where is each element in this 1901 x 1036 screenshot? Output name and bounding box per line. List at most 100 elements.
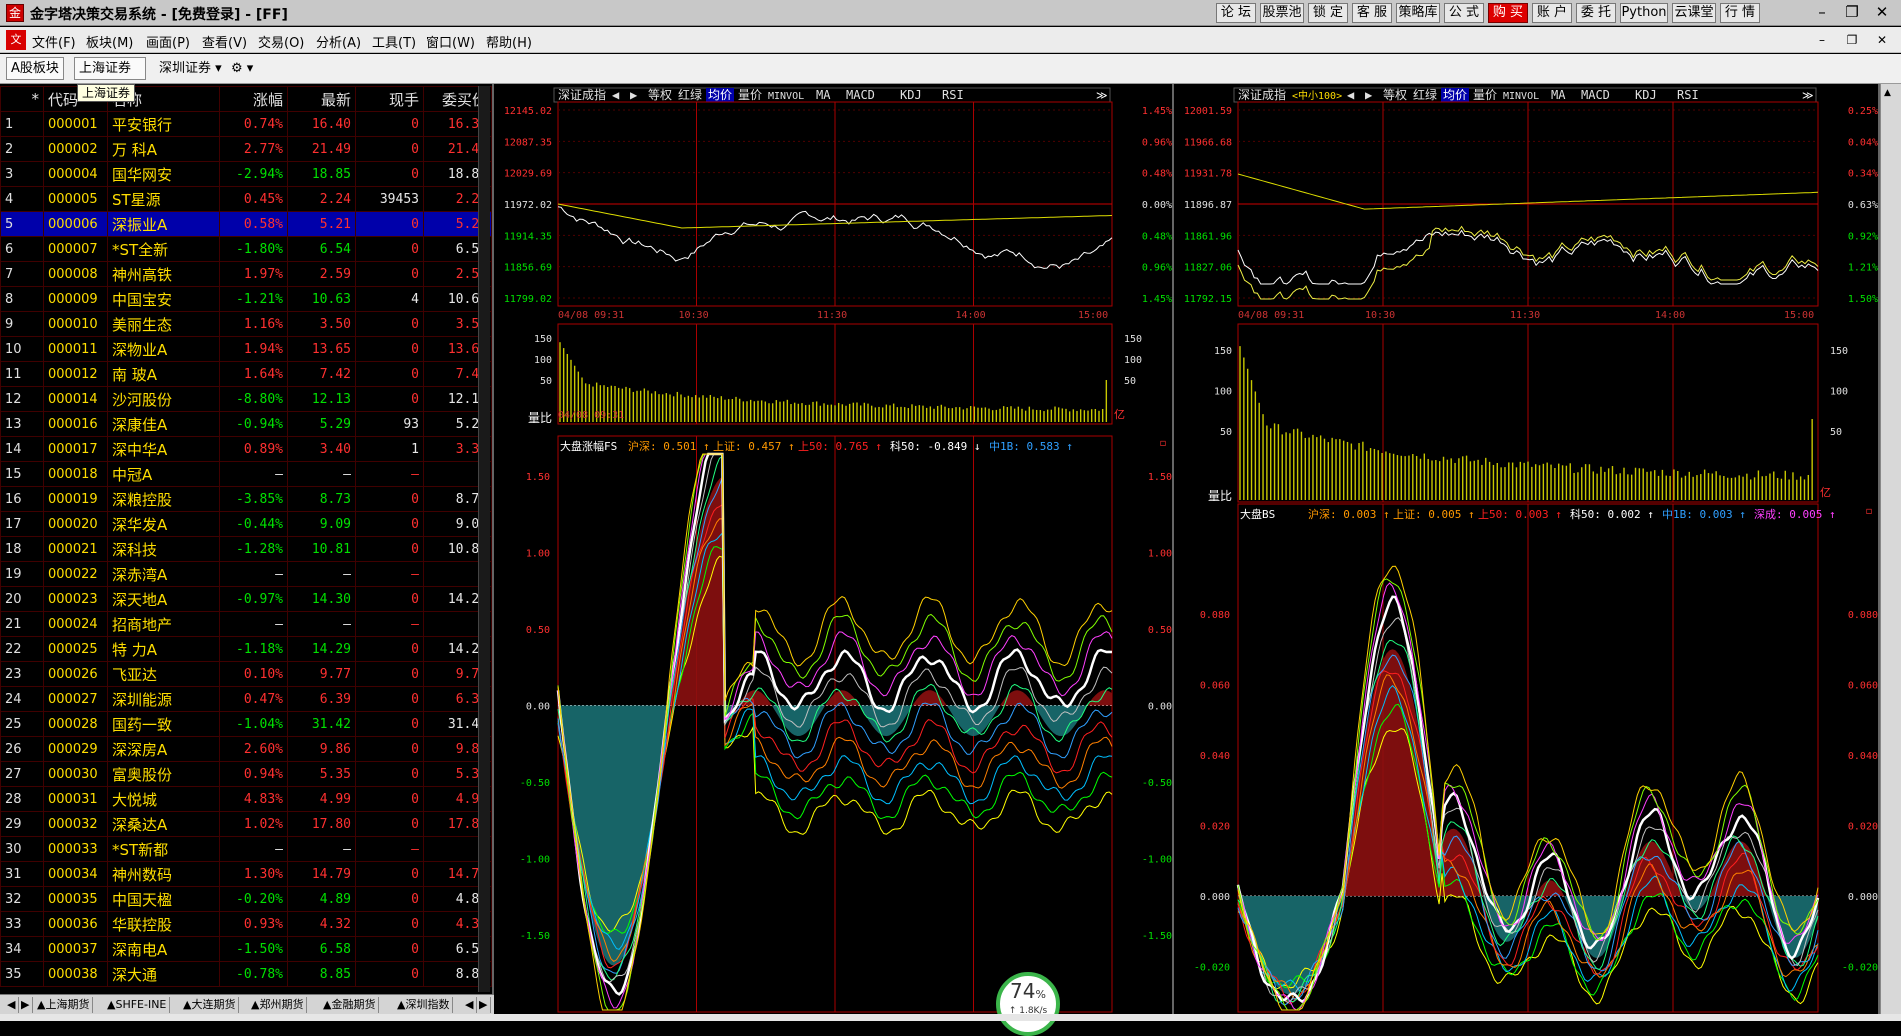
top-button-5[interactable]: 公 式 <box>1444 3 1484 23</box>
quote-row[interactable]: 5 000006 深振业A 0.58% 5.21 0 5.21 <box>0 211 492 237</box>
quote-row[interactable]: 27 000030 富奥股份 0.94% 5.35 0 5.34 <box>0 761 492 787</box>
chart-tab-3[interactable]: ▶ <box>1365 88 1373 102</box>
quote-row[interactable]: 16 000019 深粮控股 -3.85% 8.73 0 8.73 <box>0 486 492 512</box>
quote-row[interactable]: 28 000031 大悦城 4.83% 4.99 0 4.98 <box>0 786 492 812</box>
shenzhen-market-dropdown[interactable]: 深圳证券 ▾ <box>154 57 227 80</box>
chart-tab-2[interactable]: ◀ <box>1347 88 1355 102</box>
quote-row[interactable]: 10 000011 深物业A 1.94% 13.65 0 13.64 <box>0 336 492 362</box>
chart-tab-7[interactable]: MINVOL <box>768 91 804 102</box>
top-button-0[interactable]: 论 坛 <box>1216 3 1256 23</box>
quote-row[interactable]: 32 000035 中国天楹 -0.20% 4.89 0 4.89 <box>0 886 492 912</box>
chart-tab-4[interactable]: 等权 <box>1383 88 1407 102</box>
top-button-9[interactable]: Python <box>1620 3 1668 23</box>
market-tab-4[interactable]: ▲大连期货 <box>180 997 240 1013</box>
settings-gear-icon[interactable]: ⚙ ▾ <box>226 57 258 80</box>
chart-expand-icon[interactable]: ≫ <box>1096 89 1108 102</box>
quote-scrollbar[interactable] <box>478 86 490 992</box>
header-star[interactable]: * <box>0 86 44 112</box>
quote-row[interactable]: 3 000004 国华网安 -2.94% 18.85 0 18.85 <box>0 161 492 187</box>
quote-row[interactable]: 9 000010 美丽生态 1.16% 3.50 0 3.50 <box>0 311 492 337</box>
top-button-10[interactable]: 云课堂 <box>1672 3 1716 23</box>
minimize-icon[interactable]: – <box>1810 2 1834 22</box>
chart-tab-1[interactable]: ◀ <box>612 88 620 102</box>
market-tab-9[interactable]: ▶ <box>476 997 492 1013</box>
quote-row[interactable]: 23 000026 飞亚达 0.10% 9.77 0 9.77 <box>0 661 492 687</box>
market-tab-6[interactable]: ▲金融期货 <box>320 997 380 1013</box>
quote-row[interactable]: 4 000005 ST星源 0.45% 2.24 39453 2.23 <box>0 186 492 212</box>
quote-row[interactable]: 6 000007 *ST全新 -1.80% 6.54 0 6.54 <box>0 236 492 262</box>
document-icon[interactable]: 文 <box>6 30 26 50</box>
top-button-7[interactable]: 账 户 <box>1532 3 1572 23</box>
mdi-close-icon[interactable]: ✕ <box>1870 30 1894 50</box>
top-button-6[interactable]: 购 买 <box>1488 3 1528 23</box>
menu-item-7[interactable]: 窗口(W) <box>426 32 475 51</box>
quote-row[interactable]: 20 000023 深天地A -0.97% 14.30 0 14.29 <box>0 586 492 612</box>
chart-tab-12[interactable]: RSI <box>1677 88 1699 102</box>
top-button-1[interactable]: 股票池 <box>1260 3 1304 23</box>
quote-row[interactable]: 21000024招商地产———— <box>0 611 492 637</box>
menu-item-4[interactable]: 交易(O) <box>258 32 304 51</box>
quote-row[interactable]: 12 000014 沙河股份 -8.80% 12.13 0 12.13 <box>0 386 492 412</box>
quote-row[interactable]: 34 000037 深南电A -1.50% 6.58 0 6.57 <box>0 936 492 962</box>
chart-expand-icon[interactable]: ≫ <box>1802 89 1814 102</box>
quote-row[interactable]: 17 000020 深华发A -0.44% 9.09 0 9.08 <box>0 511 492 537</box>
quote-row[interactable]: 26 000029 深深房A 2.60% 9.86 0 9.86 <box>0 736 492 762</box>
quote-row[interactable]: 2 000002 万 科A 2.77% 21.49 0 21.49 <box>0 136 492 162</box>
market-tab-2[interactable]: ▲上海期货 <box>34 997 94 1013</box>
quote-row[interactable]: 19000022深赤湾A———— <box>0 561 492 587</box>
menu-item-1[interactable]: 板块(M) <box>86 32 133 51</box>
top-button-3[interactable]: 客 服 <box>1352 3 1392 23</box>
chart-tab-0[interactable]: 深证成指 <box>558 87 606 102</box>
quote-row[interactable]: 33 000036 华联控股 0.93% 4.32 0 4.31 <box>0 911 492 937</box>
quote-row[interactable]: 15000018中冠A———— <box>0 461 492 487</box>
menu-item-6[interactable]: 工具(T) <box>372 32 416 51</box>
quote-row[interactable]: 11 000012 南 玻A 1.64% 7.42 0 7.41 <box>0 361 492 387</box>
market-tab-3[interactable]: ▲SHFE-INE <box>104 997 171 1013</box>
top-button-2[interactable]: 锁 定 <box>1308 3 1348 23</box>
right-scrollbar[interactable]: ▲ <box>1880 84 1901 1014</box>
chart-tab-3[interactable]: 等权 <box>648 88 672 102</box>
a-share-board-button[interactable]: A股板块 <box>6 57 64 80</box>
chart-tab-10[interactable]: MACD <box>1581 88 1610 102</box>
chart-tab-10[interactable]: KDJ <box>900 88 922 102</box>
market-tab-7[interactable]: ▲深圳指数 <box>394 997 454 1013</box>
panel-menu-icon[interactable]: ◻ <box>1160 438 1166 449</box>
quote-row[interactable]: 1 000001 平安银行 0.74% 16.40 0 16.39 <box>0 111 492 137</box>
chart-tab-1[interactable]: <中小100> <box>1292 89 1342 102</box>
quote-row[interactable]: 22 000025 特 力A -1.18% 14.29 0 14.28 <box>0 636 492 662</box>
top-button-4[interactable]: 策略库 <box>1396 3 1440 23</box>
top-button-11[interactable]: 行 情 <box>1720 3 1760 23</box>
quote-row[interactable]: 35 000038 深大通 -0.78% 8.85 0 8.81 <box>0 961 492 987</box>
market-tab-5[interactable]: ▲郑州期货 <box>248 997 308 1013</box>
header-volume[interactable]: 现手 <box>355 86 424 112</box>
chart-tab-6[interactable]: 量价 <box>738 88 762 102</box>
panel-menu-icon[interactable]: ◻ <box>1866 506 1872 517</box>
scroll-up-icon[interactable]: ▲ <box>1884 88 1891 98</box>
menu-item-8[interactable]: 帮助(H) <box>486 32 532 51</box>
quote-row[interactable]: 25 000028 国药一致 -1.04% 31.42 0 31.42 <box>0 711 492 737</box>
chart-tab-9[interactable]: MACD <box>846 88 875 102</box>
quote-row[interactable]: 7 000008 神州高铁 1.97% 2.59 0 2.58 <box>0 261 492 287</box>
chart-tab-9[interactable]: MA <box>1551 88 1566 102</box>
menu-item-2[interactable]: 画面(P) <box>146 32 190 51</box>
market-tab-1[interactable]: ▶ <box>18 997 34 1013</box>
quote-row[interactable]: 14 000017 深中华A 0.89% 3.40 1 3.39 <box>0 436 492 462</box>
menu-item-3[interactable]: 查看(V) <box>202 32 247 51</box>
mdi-minimize-icon[interactable]: – <box>1810 30 1834 50</box>
restore-icon[interactable]: ❐ <box>1840 2 1864 22</box>
shanghai-market-dropdown[interactable]: 上海证券 ▾ <box>74 57 146 97</box>
top-button-8[interactable]: 委 托 <box>1576 3 1616 23</box>
chart-tab-5[interactable]: 红绿 <box>1413 87 1437 102</box>
header-change[interactable]: 涨幅 <box>219 86 288 112</box>
chart-tab-7[interactable]: 量价 <box>1473 88 1497 102</box>
chart-tab-11[interactable]: KDJ <box>1635 88 1657 102</box>
quote-row[interactable]: 31 000034 神州数码 1.30% 14.79 0 14.78 <box>0 861 492 887</box>
header-last[interactable]: 最新 <box>287 86 356 112</box>
quote-row[interactable]: 18 000021 深科技 -1.28% 10.81 0 10.80 <box>0 536 492 562</box>
quote-row[interactable]: 30000033*ST新都———— <box>0 836 492 862</box>
chart-tab-2[interactable]: ▶ <box>630 88 638 102</box>
chart-tab-11[interactable]: RSI <box>942 88 964 102</box>
chart-tab-8[interactable]: MA <box>816 88 831 102</box>
quote-row[interactable]: 13 000016 深康佳A -0.94% 5.29 93 5.28 <box>0 411 492 437</box>
close-icon[interactable]: ✕ <box>1870 2 1894 22</box>
